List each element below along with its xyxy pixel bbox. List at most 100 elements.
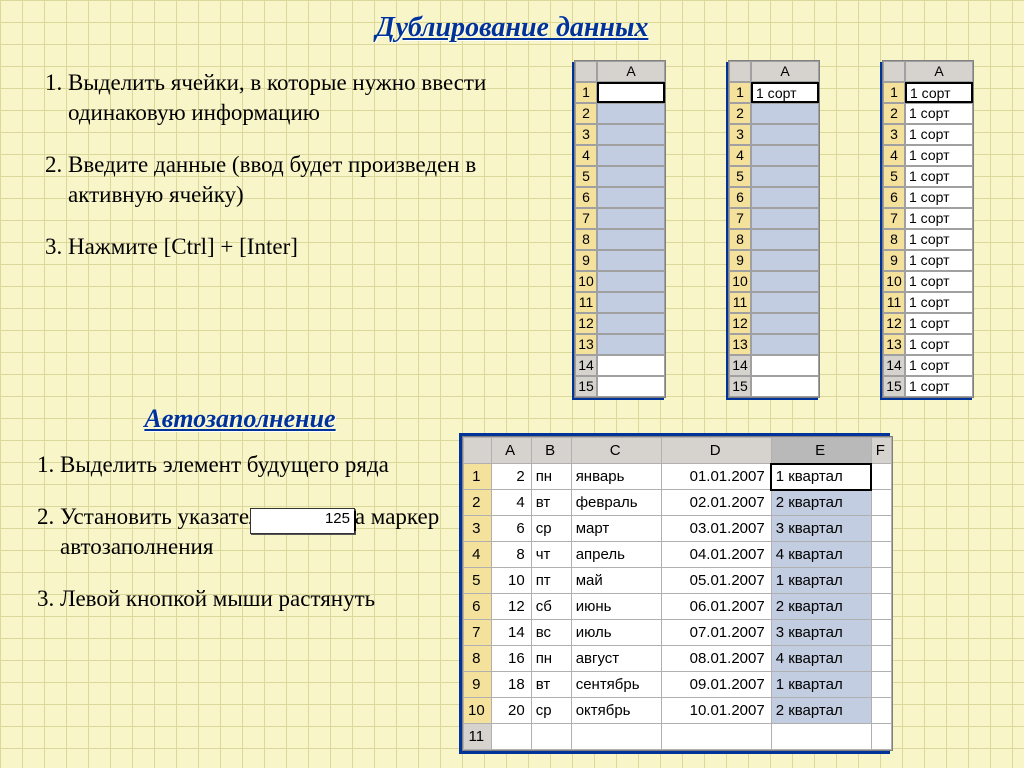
mini-row-num: 10	[575, 271, 597, 292]
mini-cell	[597, 229, 665, 250]
big-cell-b: вт	[531, 490, 571, 516]
big-cell-f	[871, 594, 891, 620]
mini-row-num: 6	[729, 187, 751, 208]
big-cell-f	[871, 672, 891, 698]
table-row: 1020сроктябрь10.01.20072 квартал	[464, 698, 892, 724]
mini-cell	[597, 355, 665, 376]
big-cell-a: 16	[491, 646, 531, 672]
big-cell-c: март	[571, 516, 661, 542]
big-cell-a: 14	[491, 620, 531, 646]
mini-cell	[751, 313, 819, 334]
big-cell-a: 20	[491, 698, 531, 724]
big-cell-e: 4 квартал	[771, 542, 871, 568]
mini-row-num: 9	[575, 250, 597, 271]
big-cell-a: 18	[491, 672, 531, 698]
mini-row-num: 12	[575, 313, 597, 334]
mini-row-num: 13	[575, 334, 597, 355]
mini-cell: 1 сорт	[905, 187, 973, 208]
big-cell-e: 3 квартал	[771, 516, 871, 542]
big-row-num: 5	[464, 568, 492, 594]
list2-item1: Выделить элемент будущего ряда	[60, 450, 450, 480]
mini-row-num: 12	[729, 313, 751, 334]
big-cell-d: 04.01.2007	[661, 542, 771, 568]
table-row: 48чтапрель04.01.20074 квартал	[464, 542, 892, 568]
mini-cell: 1 сорт	[905, 376, 973, 397]
big-cell-d: 05.01.2007	[661, 568, 771, 594]
big-cell-d: 07.01.2007	[661, 620, 771, 646]
mini-cell: 1 сорт	[905, 292, 973, 313]
big-corner	[464, 438, 492, 464]
table-row: 714всиюль07.01.20073 квартал	[464, 620, 892, 646]
big-col-e: E	[771, 438, 871, 464]
list-autofill: Выделить элемент будущего ряда Установит…	[20, 450, 450, 636]
mini-row-num: 10	[883, 271, 905, 292]
big-cell-b: вт	[531, 672, 571, 698]
mini-cell	[597, 187, 665, 208]
big-cell-d: 06.01.2007	[661, 594, 771, 620]
big-cell-c: июль	[571, 620, 661, 646]
big-cell-e: 3 квартал	[771, 620, 871, 646]
big-row-num: 2	[464, 490, 492, 516]
mini-cell	[597, 376, 665, 397]
mini3-colhead: A	[905, 61, 973, 82]
mini-row-num: 9	[883, 250, 905, 271]
big-cell-b: ср	[531, 698, 571, 724]
mini-row-num: 1	[729, 82, 751, 103]
mini-cell: 1 сорт	[905, 271, 973, 292]
mini-row-num: 12	[883, 313, 905, 334]
mini-row-num: 15	[883, 376, 905, 397]
mini-row-num: 2	[883, 103, 905, 124]
big-cell-e: 4 квартал	[771, 646, 871, 672]
mini-cell	[751, 250, 819, 271]
big-cell-e: 1 квартал	[771, 464, 871, 490]
big-row-num: 1	[464, 464, 492, 490]
mini1-colhead: A	[597, 61, 665, 82]
big-row-num: 9	[464, 672, 492, 698]
mini2-colhead: A	[751, 61, 819, 82]
big-row-num: 11	[464, 724, 492, 750]
mini-cell	[597, 271, 665, 292]
mini-row-num: 7	[575, 208, 597, 229]
mini-cell: 1 сорт	[905, 229, 973, 250]
mini-cell	[751, 187, 819, 208]
big-col-c: C	[571, 438, 661, 464]
mini-sheet-1: A 123456789101112131415	[574, 60, 666, 398]
big-cell-b: пн	[531, 464, 571, 490]
big-cell-a: 2	[491, 464, 531, 490]
mini-sheet-2: A 11 сорт23456789101112131415	[728, 60, 820, 398]
big-cell-e: 1 квартал	[771, 672, 871, 698]
big-cell-f	[871, 542, 891, 568]
table-row-empty: 11	[464, 724, 892, 750]
mini-cell	[751, 292, 819, 313]
mini-row-num: 4	[575, 145, 597, 166]
big-cell-f	[871, 490, 891, 516]
list1-item3: Нажмите [Ctrl] + [Inter]	[68, 232, 528, 262]
big-cell-b: чт	[531, 542, 571, 568]
big-row-num: 4	[464, 542, 492, 568]
mini-cell	[751, 229, 819, 250]
mini-row-num: 10	[729, 271, 751, 292]
mini-cell: 1 сорт	[905, 103, 973, 124]
mini-row-num: 8	[883, 229, 905, 250]
mini-row-num: 7	[883, 208, 905, 229]
mini-row-num: 2	[575, 103, 597, 124]
big-cell-a: 10	[491, 568, 531, 594]
mini-cell	[597, 313, 665, 334]
mini-row-num: 13	[883, 334, 905, 355]
mini-row-num: 9	[729, 250, 751, 271]
big-cell-d: 03.01.2007	[661, 516, 771, 542]
big-cell-d: 01.01.2007	[661, 464, 771, 490]
list1-item1: Выделить ячейки, в которые нужно ввести …	[68, 68, 528, 128]
big-cell-a: 8	[491, 542, 531, 568]
table-row: 12пнянварь01.01.20071 квартал	[464, 464, 892, 490]
table-row: 36срмарт03.01.20073 квартал	[464, 516, 892, 542]
big-cell-f	[871, 464, 891, 490]
sample-input-125: 125	[250, 508, 355, 534]
big-col-d: D	[661, 438, 771, 464]
big-cell-c: май	[571, 568, 661, 594]
big-cell-c: октябрь	[571, 698, 661, 724]
mini-cell	[597, 208, 665, 229]
big-cell-e: 2 квартал	[771, 490, 871, 516]
mini-cell	[597, 250, 665, 271]
mini-row-num: 15	[575, 376, 597, 397]
